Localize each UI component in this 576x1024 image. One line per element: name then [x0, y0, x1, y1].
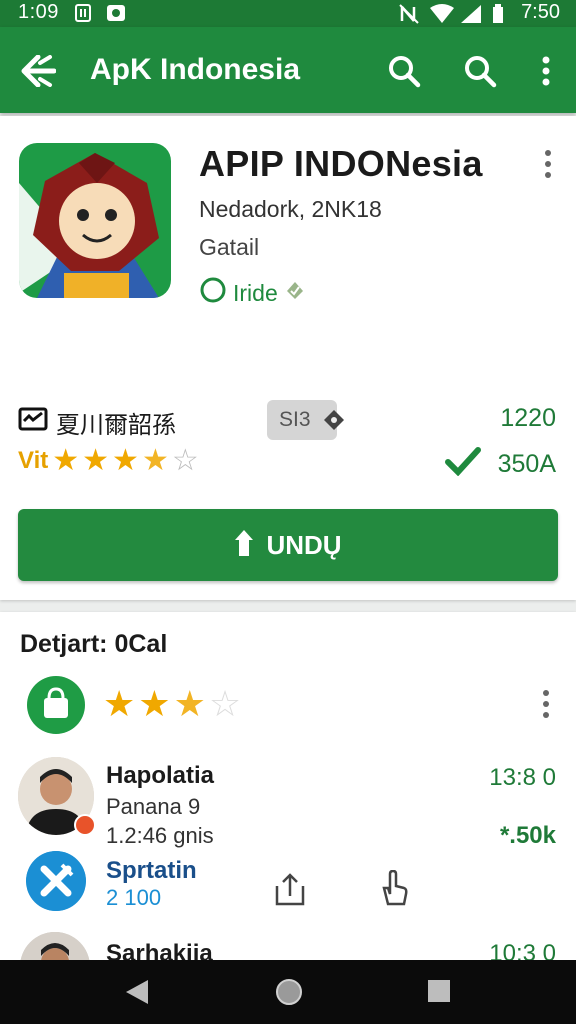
star-full-icon: ★: [82, 444, 110, 477]
status-time-left: 1:09: [18, 1, 59, 23]
back-nav-icon[interactable]: [124, 978, 150, 1011]
list-item-count: *.50k: [499, 822, 556, 849]
install-badge: Iride: [199, 276, 306, 310]
version-chip[interactable]: SI3: [267, 400, 344, 440]
leaf-icon: [199, 276, 227, 310]
star-half-icon: ★: [141, 444, 169, 477]
app-rating-stars: Vit ★ ★ ★ ★ ☆: [18, 446, 202, 476]
search-icon[interactable]: [384, 51, 424, 91]
content-rating-row: 夏川爾韶孫: [18, 405, 176, 440]
install-badge-label: Iride: [233, 279, 278, 306]
tools-app-icon[interactable]: [26, 851, 86, 911]
home-nav-icon[interactable]: [274, 977, 304, 1012]
app-category[interactable]: Gatail: [199, 234, 259, 261]
app-bar-title: ApK Indonesia: [90, 53, 301, 86]
star-empty-icon: ☆: [208, 683, 242, 724]
section-rating-stars: ★ ★ ★ ☆: [103, 686, 244, 722]
star-half-icon: ★: [173, 683, 206, 724]
search-icon-secondary[interactable]: [460, 51, 500, 91]
star-full-icon: ★: [52, 444, 80, 477]
status-time-right: 7:50: [521, 1, 560, 23]
recents-nav-icon[interactable]: [427, 979, 451, 1008]
download-icon: [234, 528, 254, 563]
download-button-label: UNDŲ: [266, 529, 342, 560]
hand-pointer-icon[interactable]: [378, 869, 410, 911]
star-full-icon: ★: [112, 444, 139, 477]
list-item-name[interactable]: Sprtatin: [106, 857, 197, 885]
list-item-subtitle: Panana 9: [106, 794, 201, 819]
rating-prefix: Vit: [18, 447, 49, 474]
share-icon[interactable]: [273, 872, 307, 911]
star-full-icon: ★: [103, 683, 136, 724]
download-button[interactable]: UNDŲ: [18, 509, 558, 581]
section-title: Detjart: 0Cal: [20, 630, 168, 658]
app-icon[interactable]: [19, 143, 171, 298]
section-overflow-menu-icon[interactable]: [542, 690, 550, 723]
app-overflow-menu-icon[interactable]: [544, 150, 552, 183]
verified-leaf-icon: [284, 279, 306, 307]
notification-icon: [106, 4, 126, 28]
overflow-menu-icon[interactable]: [526, 51, 566, 91]
list-item-time: 13:8 0: [489, 764, 556, 791]
app-title: APIP INDONesia: [199, 143, 483, 184]
list-item-subtitle: 2 100: [106, 885, 162, 910]
sim-icon: [74, 4, 92, 28]
rating-count: 350A: [497, 450, 556, 478]
check-icon: [445, 446, 481, 481]
app-bar: ApK Indonesia: [0, 27, 576, 113]
list-item-name[interactable]: Hapolatia: [106, 762, 214, 790]
version-chip-label: SI3: [279, 408, 311, 431]
diamond-icon: [323, 409, 345, 437]
status-bar: 1:09 7:50: [0, 0, 576, 27]
content-rating-label: 夏川爾韶孫: [56, 412, 176, 439]
shopping-bag-icon[interactable]: [27, 676, 85, 734]
system-nav-bar: [0, 960, 576, 1024]
mail-icon: [18, 407, 48, 438]
developer-name[interactable]: Nedadork, 2NK18: [199, 196, 382, 223]
downloads-count: 1220: [500, 404, 556, 432]
star-empty-icon: ☆: [171, 444, 199, 477]
back-arrow-icon[interactable]: [18, 51, 58, 91]
badge-icon: [74, 814, 96, 836]
list-item-detail: 1.2:46 gnis: [106, 823, 214, 848]
star-full-icon: ★: [138, 683, 171, 724]
